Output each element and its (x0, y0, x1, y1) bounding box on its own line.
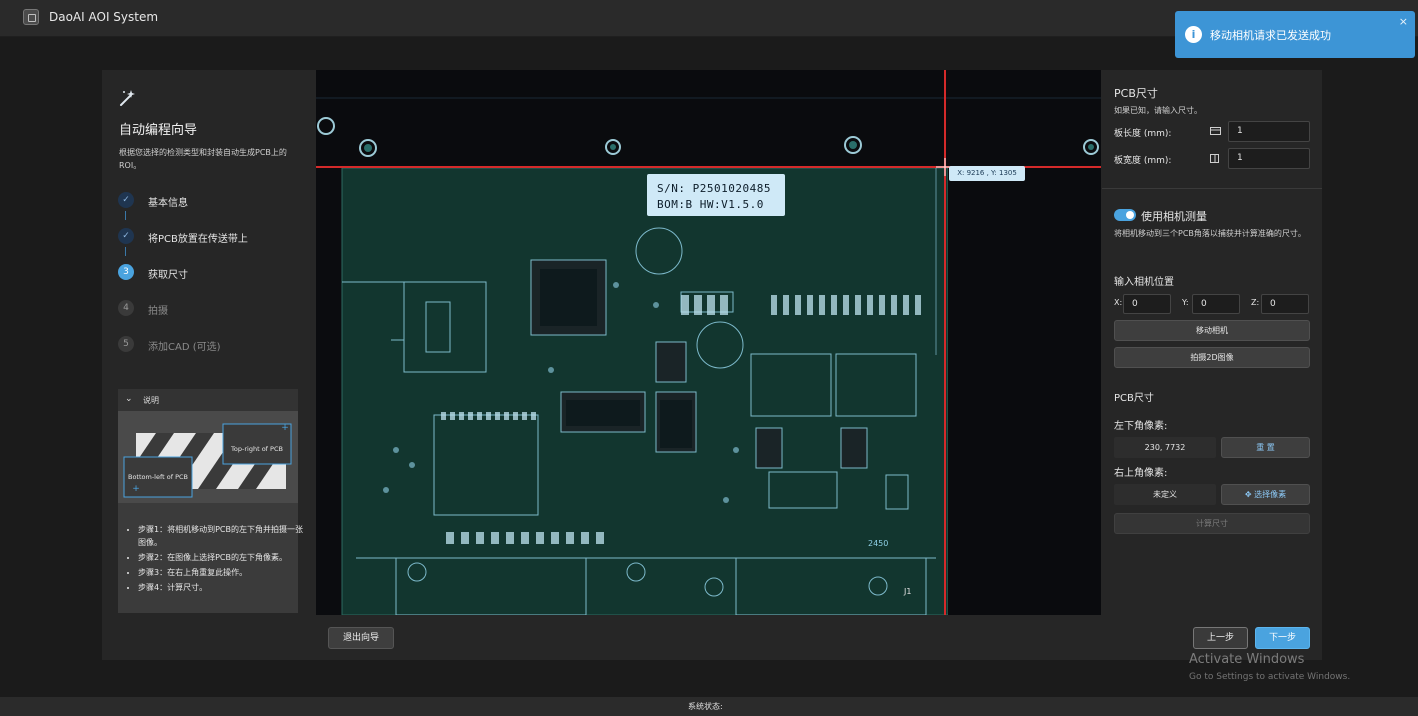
step-3-label[interactable]: 获取尺寸 (148, 266, 188, 281)
toggle-knob (1126, 211, 1134, 219)
section-divider (1102, 188, 1322, 189)
pcb-bom-line: BOM:B HW:V1.5.0 (657, 198, 764, 211)
pcb-size-title-2: PCB尺寸 (1114, 393, 1154, 404)
step-3-number: 3 (118, 264, 134, 280)
camera-view[interactable]: 2450 J1 S/N: P2501020485 BOM:B HW:V1.5.0 (316, 70, 1101, 615)
step-connector (125, 211, 126, 220)
step-4-number: 4 (118, 300, 134, 316)
pcb-size-title: PCB尺寸 (1114, 87, 1158, 100)
camera-measure-toggle[interactable] (1114, 209, 1136, 221)
move-camera-button[interactable]: 移动相机 (1114, 320, 1310, 341)
svg-text:+: + (281, 423, 289, 433)
activation-watermark-subtitle: Go to Settings to activate Windows. (1189, 672, 1351, 682)
calculate-size-button[interactable]: 计算尺寸 (1114, 513, 1310, 534)
system-status-label: 系统状态: (688, 702, 723, 711)
camera-y-input[interactable]: 0 (1192, 294, 1240, 314)
info-icon: i (1185, 26, 1202, 43)
diagram-top-right-label: Top-right of PCB (230, 445, 283, 453)
svg-text:2450: 2450 (868, 539, 888, 548)
activation-watermark-title: Activate Windows (1189, 652, 1305, 667)
step-connector (125, 247, 126, 256)
camera-x-input[interactable]: 0 (1123, 294, 1171, 314)
step-5-label: 添加CAD (可选) (148, 342, 221, 353)
board-width-label: 板宽度 (mm): (1114, 156, 1172, 166)
help-header[interactable]: ⌄ 说明 (118, 389, 298, 411)
reset-button[interactable]: 重 置 (1221, 437, 1310, 458)
y-label: Y: (1182, 298, 1189, 307)
help-step: 步骤1：将相机移动到PCB的左下角并拍摄一张图像。 (138, 523, 306, 549)
wizard-description: 根据您选择的检测类型和封装自动生成PCB上的ROI。 (119, 148, 287, 170)
help-panel: ⌄ 说明 Top-right of PCB + Bottom-left of P… (118, 389, 303, 613)
exit-wizard-button[interactable]: 退出向导 (328, 627, 394, 649)
app-logo-icon (23, 9, 39, 25)
help-step: 步骤2：在图像上选择PCB的左下角像素。 (138, 551, 306, 564)
help-step: 步骤4：计算尺寸。 (138, 581, 306, 594)
bottom-left-value: 230, 7732 (1114, 437, 1216, 458)
cursor-coordinate-readout: X: 9216 , Y: 1305 (949, 166, 1025, 181)
previous-step-button[interactable]: 上一步 (1193, 627, 1248, 649)
x-label: X: (1114, 298, 1123, 307)
pcb-serial-line: S/N: P2501020485 (657, 182, 771, 195)
wizard-title: 自动编程向导 (119, 123, 198, 138)
help-diagram: Top-right of PCB + Bottom-left of PCB + (118, 411, 298, 503)
help-title: 说明 (143, 396, 159, 405)
bottom-left-label: 左下角像素: (1114, 421, 1168, 432)
pcb-image: 2450 J1 (316, 70, 1101, 615)
status-bar: 系统状态: (0, 697, 1418, 716)
step-5-number: 5 (118, 336, 134, 352)
camera-measure-label: 使用相机测量 (1141, 210, 1207, 223)
step-1-label[interactable]: 基本信息 (148, 194, 188, 209)
step-2-label[interactable]: 将PCB放置在传送带上 (148, 230, 248, 245)
help-steps-list: 步骤1：将相机移动到PCB的左下角并拍摄一张图像。 步骤2：在图像上选择PCB的… (126, 523, 306, 596)
board-length-input[interactable]: 1 (1228, 121, 1310, 142)
z-label: Z: (1251, 298, 1260, 307)
step-4-label: 拍摄 (148, 306, 168, 317)
svg-text:J1: J1 (903, 587, 911, 596)
step-1-check-icon: ✓ (118, 192, 134, 208)
pcb-corner-diagram: Top-right of PCB + Bottom-left of PCB + (123, 423, 292, 498)
length-icon (1210, 127, 1221, 135)
chevron-down-icon: ⌄ (125, 394, 133, 404)
notification-toast: i 移动相机请求已发送成功 × (1175, 11, 1415, 58)
pcb-serial-label: S/N: P2501020485 BOM:B HW:V1.5.0 (647, 174, 785, 216)
top-right-value: 未定义 (1114, 484, 1216, 505)
camera-z-input[interactable]: 0 (1261, 294, 1309, 314)
top-right-label: 右上角像素: (1114, 468, 1168, 479)
pcb-size-hint: 如果已知，请输入尺寸。 (1114, 106, 1202, 115)
magic-wand-icon (120, 90, 135, 106)
close-icon[interactable]: × (1399, 15, 1408, 28)
board-width-input[interactable]: 1 (1228, 148, 1310, 169)
capture-2d-button[interactable]: 拍摄2D图像 (1114, 347, 1310, 368)
help-step: 步骤3：在右上角重复此操作。 (138, 566, 306, 579)
app-title: DaoAI AOI System (49, 10, 159, 24)
camera-position-title: 输入相机位置 (1114, 277, 1174, 288)
notification-message: 移动相机请求已发送成功 (1210, 29, 1331, 42)
select-pixel-button[interactable]: ✥ 选择像素 (1221, 484, 1310, 505)
next-step-button[interactable]: 下一步 (1255, 627, 1310, 649)
diagram-bottom-left-label: Bottom-left of PCB (128, 473, 188, 481)
width-icon (1210, 154, 1219, 163)
step-2-check-icon: ✓ (118, 228, 134, 244)
svg-text:+: + (132, 484, 140, 494)
board-length-label: 板长度 (mm): (1114, 129, 1172, 139)
camera-measure-description: 将相机移动到三个PCB角落以捕获并计算准确的尺寸。 (1114, 229, 1306, 238)
